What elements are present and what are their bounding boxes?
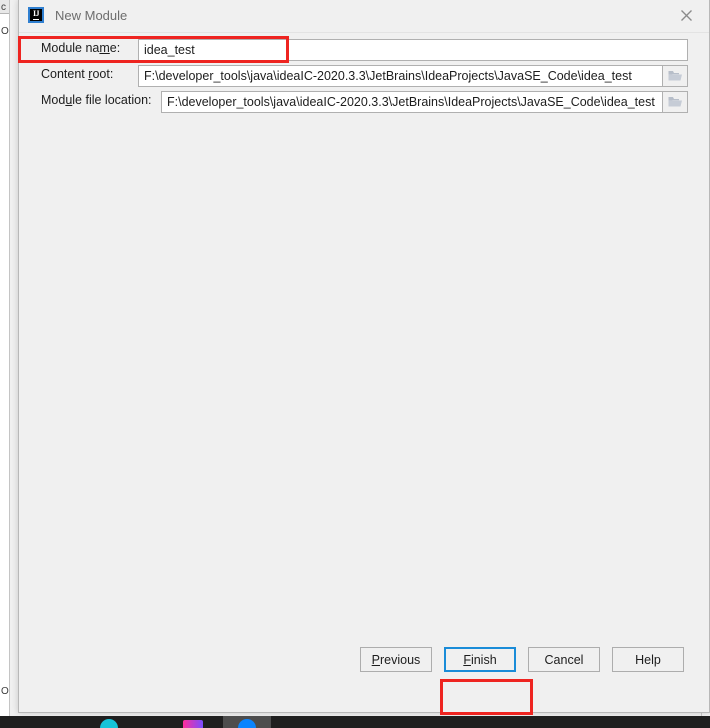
app-icon-glyph: IJ (32, 9, 40, 20)
module-file-location-input[interactable]: F:\developer_tools\java\ideaIC-2020.3.3\… (161, 91, 663, 113)
cancel-button[interactable]: Cancel (528, 647, 600, 672)
module-file-location-browse-button[interactable] (663, 91, 688, 113)
content-root-input[interactable]: F:\developer_tools\java\ideaIC-2020.3.3\… (138, 65, 663, 87)
background-gutter (9, 0, 18, 728)
module-name-row: Module name: idea_test (19, 39, 709, 61)
module-name-label: Module name: (41, 41, 121, 55)
content-root-label: Content root: (41, 67, 114, 81)
help-button[interactable]: Help (612, 647, 684, 672)
dialog-button-bar: Previous Finish Cancel Help (19, 647, 709, 680)
finish-button[interactable]: Finish (444, 647, 516, 672)
dialog-titlebar: IJ New Module (19, 0, 709, 33)
content-root-browse-button[interactable] (663, 65, 688, 87)
content-root-row: Content root: F:\developer_tools\java\id… (19, 65, 709, 87)
module-name-input[interactable]: idea_test (138, 39, 688, 61)
taskbar-app-icon-1[interactable] (100, 719, 118, 728)
previous-button[interactable]: Previous (360, 647, 432, 672)
close-icon (681, 10, 692, 21)
module-file-location-row: Module file location: F:\developer_tools… (19, 91, 709, 113)
background-text-sliver-1: c (1, 2, 6, 13)
dialog-content: Module name: idea_test Content root: F:\… (19, 32, 709, 680)
folder-icon (668, 97, 682, 107)
intellij-idea-icon: IJ (28, 7, 44, 23)
new-module-dialog: IJ New Module Module name: idea_test Con… (18, 0, 710, 713)
dialog-title: New Module (55, 8, 128, 23)
module-file-location-label: Module file location: (41, 93, 152, 107)
windows-taskbar (0, 716, 710, 728)
background-text-sliver-2: O (1, 26, 9, 37)
folder-icon (668, 71, 682, 81)
close-button[interactable] (664, 0, 709, 31)
taskbar-app-icon-2[interactable] (183, 720, 203, 728)
background-text-sliver-3: O (1, 686, 9, 697)
